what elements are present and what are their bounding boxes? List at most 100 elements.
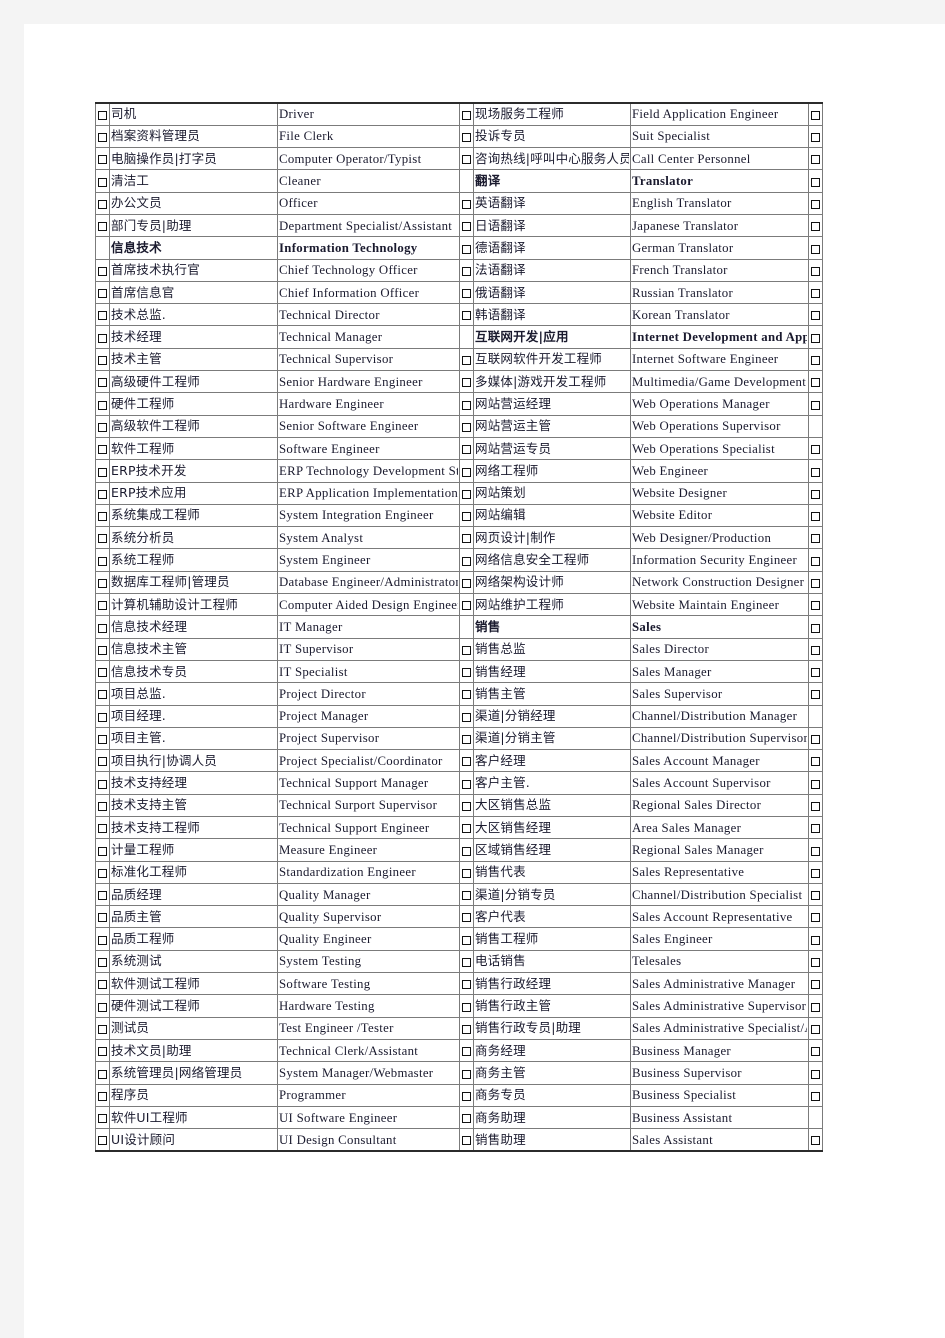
- row-checkbox-tail[interactable]: [808, 838, 823, 862]
- checkbox-icon[interactable]: [98, 779, 107, 789]
- row-checkbox-right[interactable]: [459, 303, 474, 327]
- checkbox-icon[interactable]: [98, 311, 107, 321]
- checkbox-icon[interactable]: [811, 824, 820, 834]
- checkbox-icon[interactable]: [811, 690, 820, 700]
- checkbox-icon[interactable]: [462, 266, 471, 276]
- checkbox-icon[interactable]: [811, 958, 820, 968]
- row-checkbox-left[interactable]: [95, 213, 110, 238]
- checkbox-icon[interactable]: [462, 868, 471, 878]
- row-checkbox-right[interactable]: [459, 1016, 474, 1040]
- row-checkbox-left[interactable]: [95, 1128, 110, 1152]
- checkbox-icon[interactable]: [98, 1114, 107, 1124]
- row-checkbox-left[interactable]: [95, 771, 110, 795]
- row-checkbox-left[interactable]: [95, 994, 110, 1018]
- row-checkbox-left[interactable]: [95, 570, 110, 595]
- row-checkbox-right[interactable]: [459, 459, 474, 483]
- checkbox-icon[interactable]: [811, 1002, 820, 1012]
- checkbox-icon[interactable]: [98, 400, 107, 410]
- checkbox-icon[interactable]: [811, 623, 820, 633]
- row-checkbox-left[interactable]: [95, 124, 110, 149]
- row-checkbox-left[interactable]: [95, 1083, 110, 1107]
- row-checkbox-left[interactable]: [95, 905, 110, 929]
- checkbox-icon[interactable]: [811, 1047, 820, 1057]
- checkbox-icon[interactable]: [462, 445, 471, 455]
- checkbox-icon[interactable]: [98, 1069, 107, 1079]
- row-checkbox-tail[interactable]: [808, 860, 823, 884]
- checkbox-icon[interactable]: [462, 512, 471, 522]
- checkbox-icon[interactable]: [462, 199, 471, 209]
- row-checkbox-tail[interactable]: [808, 1038, 823, 1063]
- checkbox-icon[interactable]: [98, 467, 107, 477]
- checkbox-icon[interactable]: [462, 1002, 471, 1012]
- checkbox-icon[interactable]: [98, 133, 107, 143]
- checkbox-icon[interactable]: [98, 512, 107, 522]
- checkbox-icon[interactable]: [98, 958, 107, 968]
- checkbox-icon[interactable]: [462, 891, 471, 901]
- row-checkbox-tail[interactable]: [808, 771, 823, 795]
- checkbox-icon[interactable]: [98, 935, 107, 945]
- row-checkbox-tail[interactable]: [808, 392, 823, 416]
- checkbox-icon[interactable]: [811, 445, 820, 455]
- row-checkbox-right[interactable]: [459, 258, 474, 282]
- row-checkbox-tail[interactable]: [808, 726, 823, 751]
- row-checkbox-right[interactable]: [459, 659, 474, 684]
- checkbox-icon[interactable]: [462, 1047, 471, 1057]
- checkbox-icon[interactable]: [811, 333, 820, 343]
- row-checkbox-right[interactable]: [459, 949, 474, 974]
- checkbox-icon[interactable]: [98, 1136, 107, 1146]
- row-checkbox-right[interactable]: [459, 503, 474, 528]
- checkbox-icon[interactable]: [98, 1091, 107, 1101]
- row-checkbox-tail[interactable]: [808, 548, 823, 572]
- checkbox-icon[interactable]: [811, 266, 820, 276]
- row-checkbox-tail[interactable]: [808, 258, 823, 282]
- row-checkbox-tail[interactable]: [808, 615, 823, 639]
- checkbox-icon[interactable]: [811, 177, 820, 187]
- checkbox-icon[interactable]: [462, 824, 471, 834]
- checkbox-icon[interactable]: [811, 534, 820, 544]
- checkbox-icon[interactable]: [98, 534, 107, 544]
- row-checkbox-right[interactable]: [459, 637, 474, 661]
- row-checkbox-tail[interactable]: [808, 927, 823, 951]
- checkbox-icon[interactable]: [811, 891, 820, 901]
- checkbox-icon[interactable]: [462, 779, 471, 789]
- row-checkbox-left[interactable]: [95, 726, 110, 751]
- row-checkbox-left[interactable]: [95, 147, 110, 171]
- checkbox-icon[interactable]: [462, 645, 471, 655]
- row-checkbox-left[interactable]: [95, 593, 110, 617]
- checkbox-icon[interactable]: [462, 556, 471, 566]
- checkbox-icon[interactable]: [462, 579, 471, 588]
- row-checkbox-tail[interactable]: [808, 1083, 823, 1107]
- row-checkbox-tail[interactable]: [808, 815, 823, 840]
- row-checkbox-tail[interactable]: [808, 637, 823, 661]
- row-checkbox-tail[interactable]: [808, 1061, 823, 1085]
- row-checkbox-left[interactable]: [95, 838, 110, 862]
- row-checkbox-tail[interactable]: [808, 1016, 823, 1040]
- row-checkbox-right[interactable]: [459, 1038, 474, 1063]
- checkbox-icon[interactable]: [98, 333, 107, 343]
- checkbox-icon[interactable]: [811, 757, 820, 767]
- checkbox-icon[interactable]: [462, 735, 471, 745]
- row-checkbox-tail[interactable]: [808, 213, 823, 238]
- checkbox-icon[interactable]: [462, 1069, 471, 1079]
- row-checkbox-left[interactable]: [95, 101, 110, 126]
- checkbox-icon[interactable]: [811, 935, 820, 945]
- row-checkbox-tail[interactable]: [808, 882, 823, 907]
- checkbox-icon[interactable]: [462, 846, 471, 856]
- row-checkbox-left[interactable]: [95, 972, 110, 996]
- row-checkbox-right[interactable]: [459, 526, 474, 550]
- row-checkbox-right[interactable]: [459, 436, 474, 461]
- checkbox-icon[interactable]: [811, 199, 820, 209]
- checkbox-icon[interactable]: [462, 400, 471, 410]
- checkbox-icon[interactable]: [811, 512, 820, 522]
- row-checkbox-right[interactable]: [459, 882, 474, 907]
- checkbox-icon[interactable]: [811, 311, 820, 321]
- checkbox-icon[interactable]: [811, 980, 820, 990]
- checkbox-icon[interactable]: [98, 801, 107, 811]
- row-checkbox-right[interactable]: [459, 392, 474, 416]
- checkbox-icon[interactable]: [462, 133, 471, 143]
- checkbox-icon[interactable]: [462, 289, 471, 299]
- checkbox-icon[interactable]: [98, 757, 107, 767]
- checkbox-icon[interactable]: [462, 757, 471, 767]
- row-checkbox-right[interactable]: [459, 905, 474, 929]
- row-checkbox-right[interactable]: [459, 101, 474, 126]
